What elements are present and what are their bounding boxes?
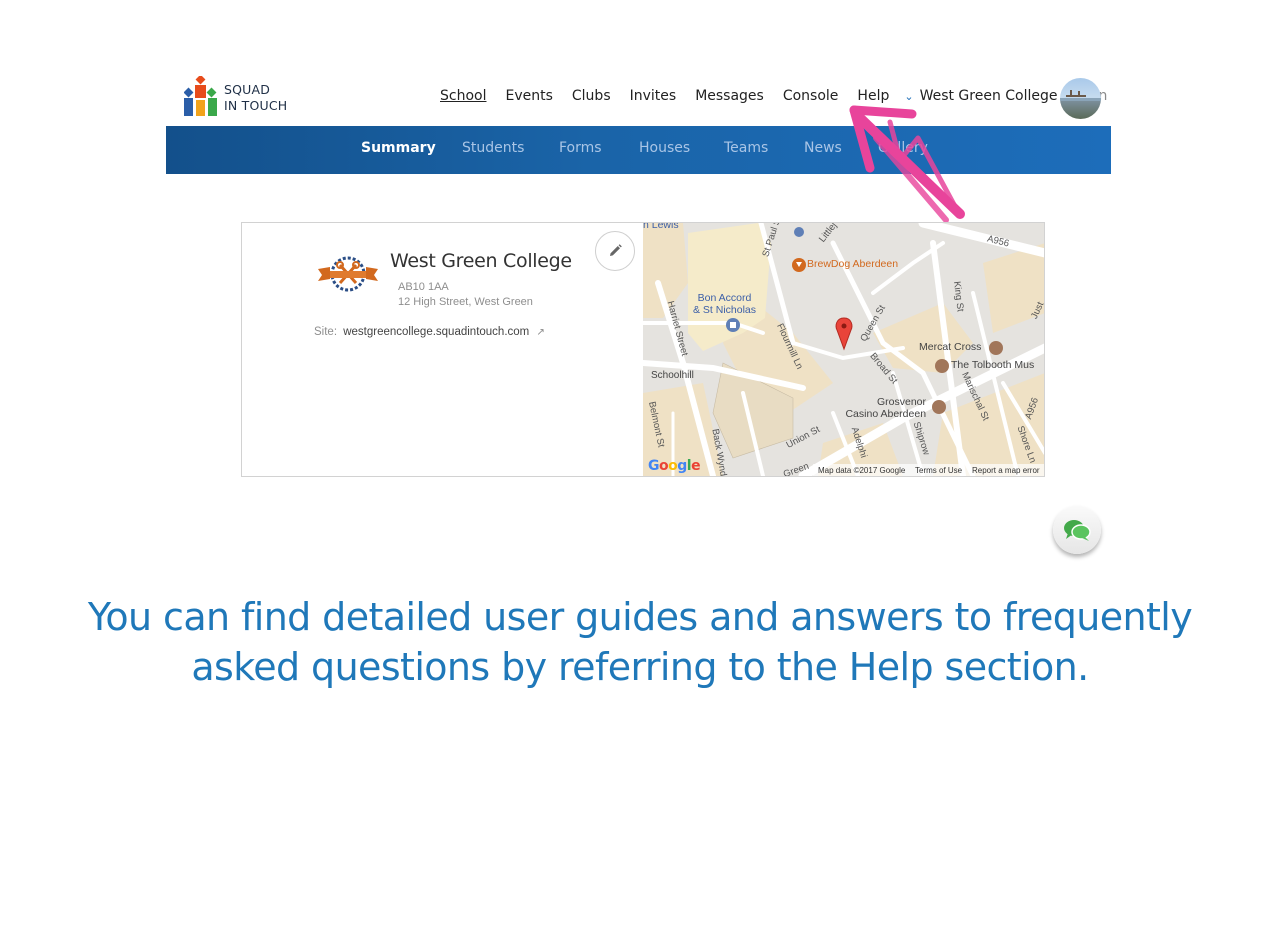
google-logo[interactable]: Google <box>648 458 701 474</box>
google-logo-g1: G <box>648 458 660 474</box>
google-logo-o1: o <box>659 458 669 474</box>
nav-invites[interactable]: Invites <box>630 88 677 104</box>
nav-messages[interactable]: Messages <box>695 88 764 104</box>
map-place-bon-accord-line1: Bon Accord <box>697 292 752 304</box>
tutorial-caption: You can find detailed user guides and an… <box>60 592 1220 692</box>
user-avatar[interactable] <box>1060 78 1101 119</box>
tab-news[interactable]: News <box>804 140 842 156</box>
caption-line-2: asked questions by referring to the Help… <box>191 645 1089 689</box>
school-crest-icon <box>318 256 378 292</box>
nav-school[interactable]: School <box>440 88 486 104</box>
tab-forms[interactable]: Forms <box>559 140 602 156</box>
current-school-name: West Green College <box>919 88 1058 104</box>
logo-figures-icon <box>184 76 217 116</box>
site-label: Site: <box>314 326 338 338</box>
map-place-bon-accord: Bon Accord & St Nicholas <box>693 292 756 316</box>
squad-in-touch-logo[interactable]: SQUAD IN TOUCH <box>184 76 294 120</box>
map-place-lewis: n Lewis <box>643 223 679 231</box>
map-report-error-link[interactable]: Report a map error <box>972 466 1040 475</box>
map-road-schoolhill: Schoolhill <box>651 370 694 381</box>
map-place-grosvenor-line1: Grosvenor <box>877 396 927 408</box>
school-site-link[interactable]: westgreencollege.squadintouch.com <box>343 326 529 338</box>
nav-console[interactable]: Console <box>783 88 839 104</box>
map-data-attribution: Map data ©2017 Google <box>818 466 906 475</box>
chevron-down-icon: ⌄ <box>904 90 914 103</box>
nav-clubs[interactable]: Clubs <box>572 88 611 104</box>
school-name: West Green College <box>390 250 572 272</box>
edit-school-button[interactable] <box>595 231 635 271</box>
map-place-mercat-cross: Mercat Cross <box>919 341 982 353</box>
map-place-grosvenor-line2: Casino Aberdeen <box>845 408 927 420</box>
caption-line-1: You can find detailed user guides and an… <box>87 595 1193 639</box>
school-postcode: AB10 1AA <box>398 281 449 293</box>
map-place-brewdog: BrewDog Aberdeen <box>807 258 899 270</box>
chat-bubbles-icon <box>1064 520 1091 541</box>
google-logo-g2: g <box>677 458 687 474</box>
logo-text: SQUAD IN TOUCH <box>224 82 287 114</box>
nav-events[interactable]: Events <box>505 88 552 104</box>
school-street: 12 High Street, West Green <box>398 296 533 308</box>
section-navigation: Summary Students Forms Houses Teams News… <box>166 126 1111 174</box>
top-navigation: School Events Clubs Invites Messages Con… <box>440 86 1107 106</box>
school-location-map[interactable]: BrewDog Aberdeen Bon Accord & St Nichola… <box>643 223 1044 476</box>
tab-summary[interactable]: Summary <box>361 140 436 156</box>
google-logo-o2: o <box>668 458 678 474</box>
nav-help[interactable]: Help <box>857 88 889 104</box>
logo-line-2: IN TOUCH <box>224 98 288 113</box>
external-link-icon[interactable]: ↗ <box>536 327 544 338</box>
tab-students[interactable]: Students <box>462 140 524 156</box>
map-place-tolbooth: The Tolbooth Mus <box>951 359 1035 371</box>
google-logo-e: e <box>691 458 701 474</box>
logo-line-1: SQUAD <box>224 82 271 97</box>
chat-button[interactable] <box>1053 506 1101 554</box>
map-terms-link[interactable]: Terms of Use <box>915 466 962 475</box>
pencil-icon <box>610 244 622 256</box>
map-place-bon-accord-line2: & St Nicholas <box>693 304 757 316</box>
map-place-grosvenor: Grosvenor Casino Aberdeen <box>845 396 927 420</box>
school-summary-card: West Green College AB10 1AA 12 High Stre… <box>241 222 1045 477</box>
school-site-row: Site: westgreencollege.squadintouch.com … <box>314 326 545 338</box>
avatar-photo-icon <box>1060 90 1101 101</box>
tab-teams[interactable]: Teams <box>724 140 768 156</box>
tab-houses[interactable]: Houses <box>639 140 690 156</box>
tab-gallery[interactable]: Gallery <box>878 140 928 156</box>
